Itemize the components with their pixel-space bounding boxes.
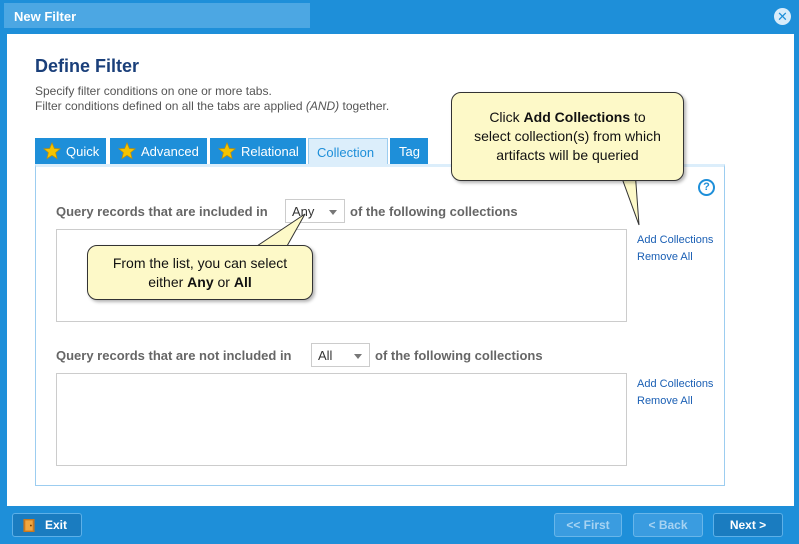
star-icon	[118, 142, 136, 160]
tab-collection[interactable]: Collection	[308, 138, 388, 165]
help-icon[interactable]: ?	[698, 179, 715, 196]
tab-advanced[interactable]: Advanced	[110, 138, 207, 164]
tab-advanced-label: Advanced	[141, 144, 199, 159]
exit-button[interactable]: Exit	[12, 513, 82, 537]
star-icon	[218, 142, 236, 160]
dialog-footer: Exit << First < Back Next >	[0, 506, 799, 544]
tab-tag-label: Tag	[399, 144, 420, 159]
close-icon[interactable]: ✕	[774, 8, 791, 25]
exit-door-icon	[23, 519, 35, 532]
excluded-label-post: of the following collections	[375, 348, 543, 363]
dialog-content: Define Filter Specify filter conditions …	[7, 34, 794, 506]
page-title: Define Filter	[35, 56, 140, 76]
window-title: New Filter	[4, 3, 310, 28]
tab-quick-label: Quick	[66, 144, 100, 159]
tab-collection-label: Collection	[317, 145, 375, 160]
chevron-down-icon	[329, 210, 337, 215]
excluded-match-value: All	[318, 348, 333, 363]
excluded-label-pre: Query records that are not included in	[56, 348, 292, 363]
first-button[interactable]: << First	[554, 513, 622, 537]
add-collections-excluded-link[interactable]: Add Collections	[637, 378, 713, 390]
tab-relational[interactable]: Relational	[210, 138, 306, 164]
description-line-1: Specify filter conditions on one or more…	[35, 84, 272, 98]
star-icon	[43, 142, 61, 160]
callout-add-collections: Click Add Collections to select collecti…	[451, 92, 684, 181]
next-button[interactable]: Next >	[713, 513, 783, 537]
tab-relational-label: Relational	[241, 144, 299, 159]
exit-button-label: Exit	[45, 518, 68, 532]
remove-all-excluded-link[interactable]: Remove All	[637, 395, 693, 407]
add-collections-included-link[interactable]: Add Collections	[637, 234, 713, 246]
excluded-collections-list[interactable]	[56, 373, 627, 466]
tab-tag[interactable]: Tag	[390, 138, 428, 164]
remove-all-included-link[interactable]: Remove All	[637, 251, 693, 263]
included-label-post: of the following collections	[350, 204, 518, 219]
description-line-2: Filter conditions defined on all the tab…	[35, 99, 390, 113]
and-emphasis: (AND)	[305, 99, 340, 113]
excluded-match-select[interactable]: All	[311, 343, 370, 367]
chevron-down-icon	[354, 354, 362, 359]
back-button[interactable]: < Back	[633, 513, 703, 537]
callout-list-select: From the list, you can select either Any…	[87, 245, 313, 300]
tab-quick[interactable]: Quick	[35, 138, 106, 164]
title-bar: New Filter ✕	[0, 0, 799, 34]
